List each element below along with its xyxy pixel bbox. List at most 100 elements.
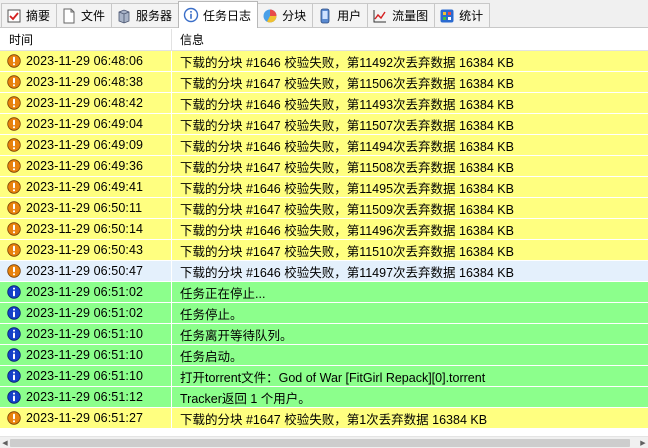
log-message: 下载的分块 #1647 校验失败，第11506次丢弃数据 16384 KB — [180, 76, 514, 91]
log-timestamp: 2023-11-29 06:51:10 — [26, 327, 144, 341]
log-message: Tracker返回 1 个用户。 — [180, 391, 311, 406]
log-message: 下载的分块 #1647 校验失败，第11510次丢弃数据 16384 KB — [180, 244, 514, 259]
log-time-cell: 2023-11-29 06:51:12 — [0, 387, 172, 407]
log-time-cell: 2023-11-29 06:51:02 — [0, 282, 172, 302]
warning-icon — [7, 54, 21, 68]
log-time-cell: 2023-11-29 06:50:47 — [0, 261, 172, 281]
tab-files[interactable]: 文件 — [56, 3, 113, 27]
log-timestamp: 2023-11-29 06:48:38 — [26, 75, 144, 89]
tab-server[interactable]: 服务器 — [111, 3, 180, 27]
log-row[interactable]: 2023-11-29 06:50:11 下载的分块 #1647 校验失败，第115… — [0, 198, 648, 219]
scroll-right-arrow-icon[interactable]: ▶ — [638, 438, 648, 448]
log-row[interactable]: 2023-11-29 06:49:41 下载的分块 #1646 校验失败，第114… — [0, 177, 648, 198]
warning-icon — [7, 264, 21, 278]
log-row[interactable]: 2023-11-29 06:48:06 下载的分块 #1646 校验失败，第114… — [0, 51, 648, 72]
log-message-cell: 任务离开等待队列。 — [172, 324, 648, 344]
log-row[interactable]: 2023-11-29 06:51:10 打开torrent文件：God of Wa… — [0, 366, 648, 387]
horizontal-scrollbar[interactable]: ◀ ▶ — [0, 436, 648, 448]
log-timestamp: 2023-11-29 06:48:42 — [26, 96, 144, 110]
log-message-cell: 下载的分块 #1647 校验失败，第1次丢弃数据 16384 KB — [172, 408, 648, 428]
log-timestamp: 2023-11-29 06:48:06 — [26, 54, 144, 68]
log-timestamp: 2023-11-29 06:50:43 — [26, 243, 144, 257]
log-message: 打开torrent文件：God of War [FitGirl Repack][… — [180, 370, 486, 385]
tab-summary[interactable]: 摘要 — [1, 3, 58, 27]
log-row[interactable]: 2023-11-29 06:51:10 任务启动。 — [0, 345, 648, 366]
warning-icon — [7, 411, 21, 425]
warning-icon — [7, 117, 21, 131]
table-body: 2023-11-29 06:48:06 下载的分块 #1646 校验失败，第114… — [0, 51, 648, 429]
log-row[interactable]: 2023-11-29 06:51:12 Tracker返回 1 个用户。 — [0, 387, 648, 408]
files-icon — [61, 8, 77, 24]
scroll-left-arrow-icon[interactable]: ◀ — [0, 438, 10, 448]
tab-label: 服务器 — [136, 9, 173, 23]
tab-pieces[interactable]: 分块 — [257, 3, 314, 27]
info-icon — [7, 390, 21, 404]
log-timestamp: 2023-11-29 06:51:10 — [26, 369, 144, 383]
log-time-cell: 2023-11-29 06:49:36 — [0, 156, 172, 176]
log-message: 任务离开等待队列。 — [180, 328, 293, 343]
log-timestamp: 2023-11-29 06:51:02 — [26, 285, 144, 299]
tab-traffic-graph[interactable]: 流量图 — [367, 3, 436, 27]
log-message-cell: 下载的分块 #1646 校验失败，第11495次丢弃数据 16384 KB — [172, 177, 648, 197]
log-timestamp: 2023-11-29 06:49:41 — [26, 180, 144, 194]
traffic-graph-icon — [372, 8, 388, 24]
log-time-cell: 2023-11-29 06:50:11 — [0, 198, 172, 218]
tab-statistics[interactable]: 统计 — [434, 3, 491, 27]
log-row[interactable]: 2023-11-29 06:49:36 下载的分块 #1647 校验失败，第115… — [0, 156, 648, 177]
log-row[interactable]: 2023-11-29 06:48:42 下载的分块 #1646 校验失败，第114… — [0, 93, 648, 114]
log-time-cell: 2023-11-29 06:51:10 — [0, 345, 172, 365]
log-row[interactable]: 2023-11-29 06:51:02 任务停止。 — [0, 303, 648, 324]
tab-task-log[interactable]: 任务日志 — [178, 1, 259, 28]
warning-icon — [7, 222, 21, 236]
tab-label: 文件 — [81, 9, 106, 23]
log-message: 下载的分块 #1647 校验失败，第11509次丢弃数据 16384 KB — [180, 202, 514, 217]
log-message-cell: 任务正在停止... — [172, 282, 648, 302]
info-icon — [7, 306, 21, 320]
log-message: 下载的分块 #1646 校验失败，第11496次丢弃数据 16384 KB — [180, 223, 514, 238]
log-row[interactable]: 2023-11-29 06:51:10 任务离开等待队列。 — [0, 324, 648, 345]
log-time-cell: 2023-11-29 06:50:14 — [0, 219, 172, 239]
tab-label: 用户 — [337, 9, 362, 23]
tab-users[interactable]: 用户 — [312, 3, 369, 27]
log-row[interactable]: 2023-11-29 06:50:43 下载的分块 #1647 校验失败，第115… — [0, 240, 648, 261]
log-time-cell: 2023-11-29 06:51:27 — [0, 408, 172, 428]
log-timestamp: 2023-11-29 06:51:27 — [26, 411, 144, 425]
log-message-cell: 任务启动。 — [172, 345, 648, 365]
log-row[interactable]: 2023-11-29 06:48:38 下载的分块 #1647 校验失败，第115… — [0, 72, 648, 93]
log-message: 下载的分块 #1646 校验失败，第11492次丢弃数据 16384 KB — [180, 55, 514, 70]
log-message: 下载的分块 #1646 校验失败，第11493次丢弃数据 16384 KB — [180, 97, 514, 112]
log-message-cell: 下载的分块 #1646 校验失败，第11493次丢弃数据 16384 KB — [172, 93, 648, 113]
log-row[interactable]: 2023-11-29 06:50:14 下载的分块 #1646 校验失败，第114… — [0, 219, 648, 240]
log-message-cell: 下载的分块 #1646 校验失败，第11492次丢弃数据 16384 KB — [172, 51, 648, 71]
info-icon — [7, 285, 21, 299]
info-icon — [7, 348, 21, 362]
log-row[interactable]: 2023-11-29 06:51:02 任务正在停止... — [0, 282, 648, 303]
tab-label: 摘要 — [26, 9, 51, 23]
users-icon — [317, 8, 333, 24]
log-message: 下载的分块 #1646 校验失败，第11497次丢弃数据 16384 KB — [180, 265, 514, 280]
tab-label: 流量图 — [392, 9, 429, 23]
log-time-cell: 2023-11-29 06:49:04 — [0, 114, 172, 134]
log-timestamp: 2023-11-29 06:51:10 — [26, 348, 144, 362]
column-header-info[interactable]: 信息 — [172, 29, 648, 50]
log-message: 下载的分块 #1646 校验失败，第11495次丢弃数据 16384 KB — [180, 181, 514, 196]
tab-label: 分块 — [282, 9, 307, 23]
log-message-cell: 下载的分块 #1646 校验失败，第11497次丢弃数据 16384 KB — [172, 261, 648, 281]
scrollbar-thumb[interactable] — [10, 439, 630, 447]
log-timestamp: 2023-11-29 06:49:36 — [26, 159, 144, 173]
pieces-icon — [262, 8, 278, 24]
log-row[interactable]: 2023-11-29 06:51:27 下载的分块 #1647 校验失败，第1次丢… — [0, 408, 648, 429]
log-row[interactable]: 2023-11-29 06:50:47 下载的分块 #1646 校验失败，第114… — [0, 261, 648, 282]
column-header-time[interactable]: 时间 — [0, 29, 172, 50]
warning-icon — [7, 180, 21, 194]
log-row[interactable]: 2023-11-29 06:49:09 下载的分块 #1646 校验失败，第114… — [0, 135, 648, 156]
log-message-cell: 打开torrent文件：God of War [FitGirl Repack][… — [172, 366, 648, 386]
warning-icon — [7, 96, 21, 110]
tab-strip: 摘要 文件 服务器 任务日志 分块 用户 流量图 统计 — [0, 0, 648, 28]
log-message: 下载的分块 #1647 校验失败，第11508次丢弃数据 16384 KB — [180, 160, 514, 175]
log-timestamp: 2023-11-29 06:51:02 — [26, 306, 144, 320]
log-message: 下载的分块 #1647 校验失败，第11507次丢弃数据 16384 KB — [180, 118, 514, 133]
warning-icon — [7, 201, 21, 215]
log-row[interactable]: 2023-11-29 06:49:04 下载的分块 #1647 校验失败，第115… — [0, 114, 648, 135]
log-message-cell: 下载的分块 #1647 校验失败，第11506次丢弃数据 16384 KB — [172, 72, 648, 92]
